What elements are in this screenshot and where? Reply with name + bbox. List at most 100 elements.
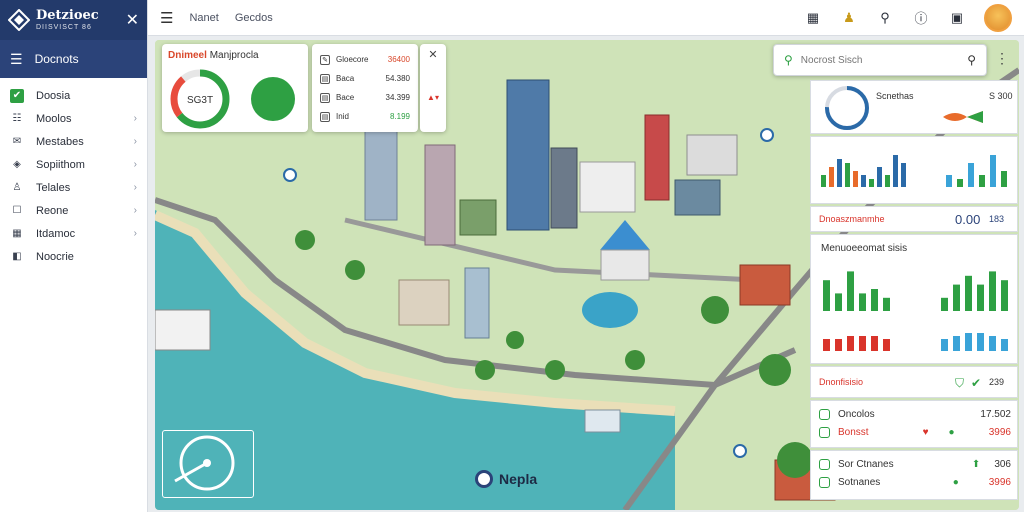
leaf-icon: ●	[952, 477, 959, 488]
sidebar-item-0[interactable]: ✔ Doosia	[0, 84, 147, 107]
chat-icon: ✉	[12, 136, 22, 147]
more-options-icon[interactable]: ⋮	[995, 50, 1009, 67]
legend-value: 54.380	[385, 74, 410, 83]
compass-icon	[174, 435, 235, 491]
chart-bar	[877, 167, 882, 187]
sidebar-item-label: Noocrie	[36, 250, 74, 263]
sidebar-item-6[interactable]: ▦ Itdamoc ›	[0, 222, 147, 245]
list-icon: ☷	[12, 113, 22, 124]
chevron-right-icon: ›	[133, 205, 137, 216]
user-icon[interactable]: ♟	[840, 9, 858, 27]
brand-subtitle: DIISVISCT 86	[36, 24, 92, 31]
arrow-icon: ⬆	[971, 459, 981, 470]
sidebar-item-7[interactable]: ◧ Noocrie	[0, 245, 147, 268]
chevron-right-icon: ›	[133, 182, 137, 193]
chart-bar	[871, 289, 878, 311]
message-icon[interactable]: ▣	[948, 9, 966, 27]
row1-value: 17.502	[980, 409, 1011, 420]
legend-row[interactable]: ▤ Bace 34.399	[320, 88, 410, 107]
legend-row[interactable]: ▤ Inid 8.199	[320, 107, 410, 126]
chart-bar	[941, 297, 948, 311]
top-link-1[interactable]: Nanet	[189, 12, 218, 24]
chart-bar	[883, 339, 890, 351]
legend-value: 34.399	[385, 93, 410, 102]
chevron-right-icon: ›	[133, 136, 137, 147]
metrics-title: Menuoeeomat sisis	[821, 243, 908, 254]
status-value: 239	[989, 377, 1005, 387]
search-submit-icon[interactable]: ⚲	[967, 53, 976, 67]
search-input[interactable]	[800, 54, 968, 66]
legend-row[interactable]: ✎ Gloecore 36400	[320, 50, 410, 69]
chart-bar	[835, 339, 842, 351]
chart-bar	[859, 293, 866, 311]
chart-bar	[989, 336, 996, 351]
row2-value: 3996	[988, 427, 1011, 438]
ratio-icon: ▲▾	[427, 93, 439, 102]
chart-bar	[861, 175, 866, 187]
trend-icon	[943, 111, 983, 123]
hamburger-icon[interactable]: ☰	[160, 9, 173, 27]
legend-label: Bace	[336, 93, 355, 102]
legend-item-icon: ▤	[320, 92, 330, 103]
sidebar-item-1[interactable]: ☷ Moolos ›	[0, 107, 147, 130]
chart-bar	[853, 171, 858, 187]
gauge-chart: SG3T	[170, 69, 295, 129]
sidebar-item-2[interactable]: ✉ Mestabes ›	[0, 130, 147, 153]
hamburger-icon[interactable]: ☰	[10, 51, 23, 68]
sidebar-item-4[interactable]: ♙ Telales ›	[0, 176, 147, 199]
row2-label: Bonsst	[838, 427, 869, 438]
map-icon: ◧	[12, 251, 22, 262]
donut-chart	[825, 86, 869, 130]
chart-bar	[883, 297, 890, 311]
summary-value: 0.00	[955, 212, 981, 227]
sidebar-item-label: Itdamoc	[36, 227, 76, 240]
chart-bar	[953, 336, 960, 351]
search-icon: ⚲	[784, 53, 793, 67]
item-icon	[819, 409, 830, 420]
top-bar: ☰ Nanet Gecdos ▦ ♟ ⚲ ⓘ ▣	[148, 0, 1024, 36]
chart-bar	[893, 155, 898, 187]
message-icon: ☐	[12, 205, 22, 216]
info-icon[interactable]: ⓘ	[912, 9, 930, 27]
chart-bar	[823, 280, 830, 311]
chart-bar	[968, 163, 974, 187]
list-panel-1: Oncolos 17.502 Bonsst ♥ ● 3996	[810, 400, 1018, 448]
chevron-right-icon: ›	[133, 159, 137, 170]
chevron-right-icon: ›	[133, 228, 137, 239]
sidebar-item-3[interactable]: ◈ Sopiithom ›	[0, 153, 147, 176]
summary-title: Dnoaszmanmhe	[819, 214, 885, 224]
stats-donut-panel: Scnethas S 300	[810, 80, 1018, 134]
sidebar-item-label: Sopiithom	[36, 158, 85, 171]
donut-value: S 300	[989, 91, 1013, 101]
metrics-panel: Menuoeeomat sisis	[810, 234, 1018, 364]
legend-value: 36400	[387, 55, 410, 64]
avatar[interactable]	[984, 3, 1012, 32]
chart-bar	[965, 275, 972, 311]
person-icon: ♙	[12, 182, 22, 193]
legend-row[interactable]: ▤ Baca 54.380	[320, 69, 410, 88]
chart-bar	[847, 271, 854, 311]
gauge-card-title: Dnimeel Manjprocla	[168, 50, 302, 61]
layers-icon: ◈	[13, 159, 21, 170]
sidebar-close-button[interactable]: ✕	[126, 10, 139, 30]
chart-bar	[821, 175, 826, 187]
close-icon[interactable]: ✕	[420, 48, 446, 61]
top-link-2[interactable]: Gecdos	[235, 12, 273, 24]
search-icon[interactable]: ⚲	[876, 9, 894, 27]
legend-item-icon: ▤	[320, 73, 330, 84]
logo-icon	[8, 9, 30, 31]
gauge-title-prefix: Dnimeel	[168, 50, 207, 61]
chart-bar	[871, 336, 878, 351]
metrics-bar-chart	[823, 271, 1008, 351]
calendar-icon[interactable]: ▦	[804, 9, 822, 27]
menu-header[interactable]: ☰ Docnots	[0, 40, 147, 78]
brand-header: Detzioec DIISVISCT 86 ✕	[0, 0, 147, 40]
menu-title: Docnots	[34, 52, 79, 66]
sidebar-item-label: Telales	[36, 181, 71, 194]
sidebar-item-5[interactable]: ☐ Reone ›	[0, 199, 147, 222]
compass-widget[interactable]	[162, 430, 254, 498]
leaf-icon: ●	[948, 427, 955, 438]
legend-item-icon: ▤	[320, 111, 330, 122]
bar-chart	[821, 155, 1007, 187]
sidebar-item-label: Mestabes	[36, 135, 84, 148]
